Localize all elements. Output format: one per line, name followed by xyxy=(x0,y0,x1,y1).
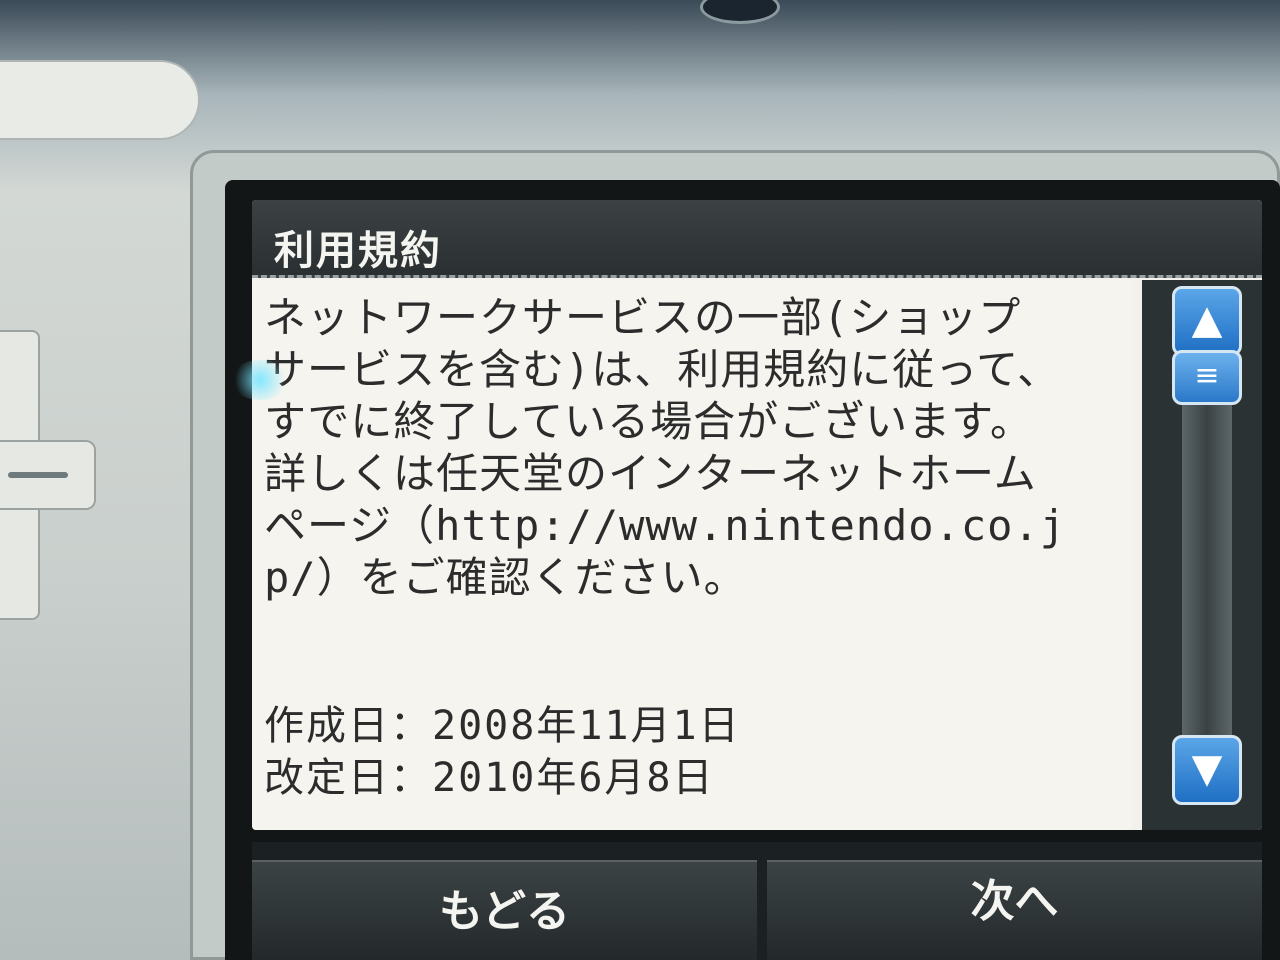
scroll-thumb[interactable]: ≡ xyxy=(1172,350,1242,405)
page-title: 利用規約 xyxy=(274,228,442,274)
triangle-down-icon: ▼ xyxy=(1191,746,1223,792)
notice-line: 詳しくは任天堂のインターネットホーム xyxy=(264,449,1037,498)
notice-line: ネットワークサービスの一部(ショップ xyxy=(264,293,1022,342)
revised-date: 改定日：2010年6月8日 xyxy=(264,755,715,801)
triangle-up-icon: ▲ xyxy=(1191,297,1223,343)
device-body: 利用規約 ネットワークサービスの一部(ショップ サービスを含む)は、利用規約に従… xyxy=(0,0,1280,960)
grip-lines-icon: ≡ xyxy=(1194,358,1220,393)
scroll-track[interactable] xyxy=(1182,380,1232,780)
date-info: 作成日：2008年11月1日 改定日：2010年6月8日 xyxy=(264,700,741,804)
next-button[interactable]: 次へ xyxy=(767,860,1262,960)
notice-line: サービスを含む)は、利用規約に従って、 xyxy=(264,345,1061,394)
terms-text-area[interactable]: ネットワークサービスの一部(ショップ サービスを含む)は、利用規約に従って、 す… xyxy=(252,280,1132,830)
scrollbar[interactable]: ▲ ≡ ▼ xyxy=(1142,280,1262,830)
notice-line: すでに終了している場合がございます。 xyxy=(264,397,1033,446)
back-button[interactable]: もどる xyxy=(252,860,757,960)
title-bar: 利用規約 xyxy=(252,200,1262,278)
dpad[interactable] xyxy=(0,330,100,620)
notice-text: ネットワークサービスの一部(ショップ サービスを含む)は、利用規約に従って、 す… xyxy=(264,292,1124,604)
notice-line: p/）をご確認ください。 xyxy=(264,553,747,602)
dpad-horizontal[interactable] xyxy=(0,440,96,510)
scroll-down-button[interactable]: ▼ xyxy=(1172,735,1242,805)
hinge-indicator xyxy=(700,0,780,24)
created-date: 作成日：2008年11月1日 xyxy=(264,703,741,749)
bottom-button-bar: もどる 次へ xyxy=(252,842,1262,960)
light-glare xyxy=(230,360,290,400)
scroll-up-button[interactable]: ▲ xyxy=(1172,286,1242,356)
terms-dialog: 利用規約 ネットワークサービスの一部(ショップ サービスを含む)は、利用規約に従… xyxy=(252,200,1262,830)
notice-line: ページ（http://www.nintendo.co.j xyxy=(264,501,1067,550)
device-hinge xyxy=(0,60,200,140)
